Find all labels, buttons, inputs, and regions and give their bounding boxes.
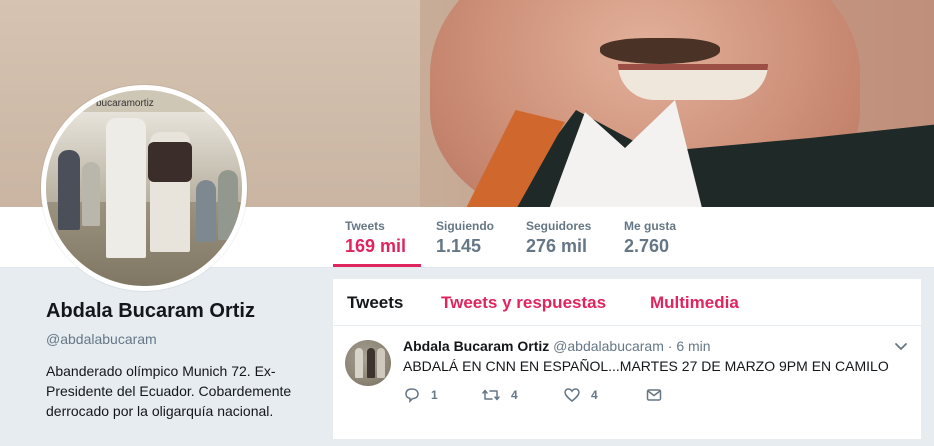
like-button[interactable]: 4 <box>563 386 598 404</box>
tweet-avatar[interactable] <box>345 340 391 386</box>
tab-tweets[interactable]: Tweets <box>347 293 403 313</box>
profile-bio: Abanderado olímpico Munich 72. Ex-Presid… <box>46 363 292 419</box>
tab-tweets-replies[interactable]: Tweets y respuestas <box>441 293 606 313</box>
reply-count: 1 <box>431 388 438 402</box>
tab-media[interactable]: Multimedia <box>650 293 739 313</box>
avatar-photo-figure <box>58 150 80 230</box>
nav-stat-value: 276 mil <box>526 236 588 256</box>
nav-stat-likes[interactable]: Me gusta 2.760 <box>612 207 692 267</box>
like-count: 4 <box>591 388 598 402</box>
tweet-author-handle[interactable]: @abdalabucaram <box>553 338 664 354</box>
timeline-tabs: Tweets Tweets y respuestas Multimedia <box>333 279 921 326</box>
tweet-timestamp[interactable]: 6 min <box>676 338 710 354</box>
avatar-photo-figure <box>106 118 146 258</box>
profile-card: Abdala Bucaram Ortiz @abdalabucaram Aban… <box>46 300 306 421</box>
tweet-text: ABDALÁ EN CNN EN ESPAÑOL...MARTES 27 DE … <box>403 358 889 374</box>
tweet-separator: · <box>667 338 673 354</box>
reply-button[interactable]: 1 <box>403 386 438 404</box>
banner-smile <box>618 64 768 100</box>
avatar-caption: bucaramortiz <box>96 98 154 109</box>
nav-stat-following[interactable]: Siguiendo 1.145 <box>424 207 514 267</box>
avatar-photo-figure <box>196 180 216 242</box>
nav-stat-value: 169 mil <box>345 236 407 256</box>
avatar-photo-figure <box>82 162 100 226</box>
profile-avatar[interactable]: bucaramortiz <box>41 85 247 291</box>
banner-mustache <box>600 38 720 64</box>
retweet-count: 4 <box>511 388 518 402</box>
tweet-header: Abdala Bucaram Ortiz @abdalabucaram · 6 … <box>403 338 711 354</box>
retweet-icon <box>481 386 501 404</box>
nav-stat-value: 2.760 <box>624 236 670 256</box>
envelope-icon <box>645 386 663 404</box>
reply-icon <box>403 386 421 404</box>
nav-stat-label: Tweets <box>345 219 385 233</box>
profile-name[interactable]: Abdala Bucaram Ortiz <box>46 300 306 323</box>
nav-stat-label: Seguidores <box>526 219 592 233</box>
tweet[interactable]: Abdala Bucaram Ortiz @abdalabucaram · 6 … <box>333 326 921 446</box>
avatar-photo-figure <box>218 170 238 240</box>
tweet-author-name[interactable]: Abdala Bucaram Ortiz <box>403 338 549 354</box>
retweet-button[interactable]: 4 <box>481 386 518 404</box>
avatar-photo-figure <box>148 142 192 182</box>
nav-stat-label: Siguiendo <box>436 219 494 233</box>
nav-stat-value: 1.145 <box>436 236 482 256</box>
heart-icon <box>563 386 581 404</box>
nav-stat-label: Me gusta <box>624 219 677 233</box>
chevron-down-icon[interactable] <box>893 338 909 354</box>
nav-stat-followers[interactable]: Seguidores 276 mil <box>514 207 610 267</box>
profile-handle[interactable]: @abdalabucaram <box>46 331 306 347</box>
nav-stat-tweets[interactable]: Tweets 169 mil <box>333 207 421 267</box>
direct-message-button[interactable] <box>645 386 663 404</box>
